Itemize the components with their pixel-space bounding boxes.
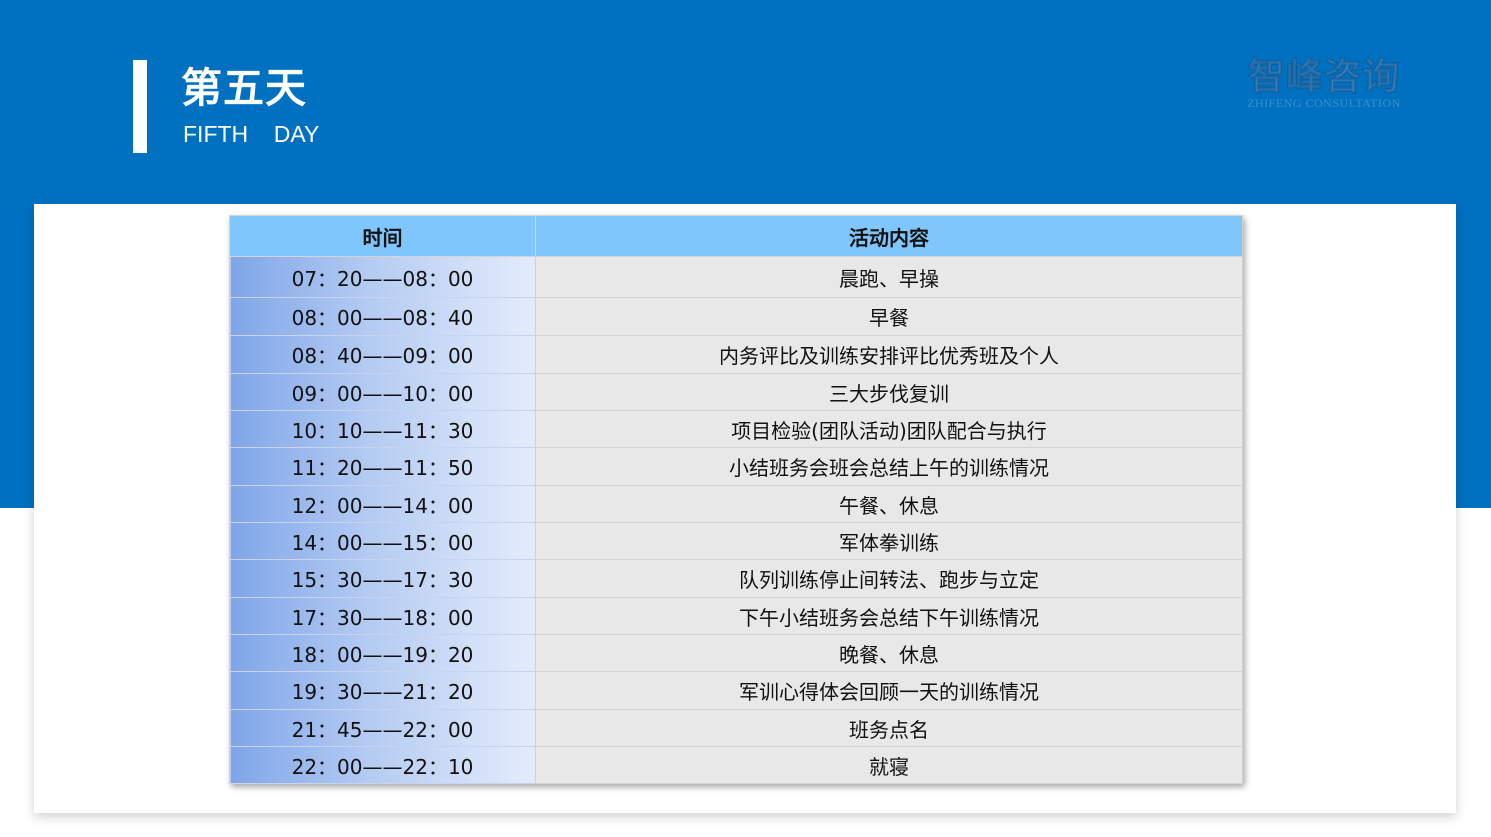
table-row: 09：00——10：00 三大步伐复训 — [229, 373, 1243, 411]
time-cell: 10：10——11：30 — [229, 410, 536, 448]
page-title: 第五天 — [181, 64, 307, 112]
schedule-table: 时间 活动内容 07：20——08：00 晨跑、早操 08：00——08：40 早餐 0… — [229, 215, 1243, 784]
table-header-row: 时间 活动内容 — [229, 215, 1243, 257]
table-row: 17：30——18：00 下午小结班务会总结下午训练情况 — [229, 597, 1243, 635]
time-cell: 07：20——08：00 — [229, 256, 536, 298]
time-cell: 12：00——14：00 — [229, 485, 536, 523]
brand-logo-subtext: ZHIFENG CONSULTATION — [1247, 95, 1401, 110]
activity-cell: 午餐、休息 — [535, 485, 1243, 523]
time-cell: 17：30——18：00 — [229, 597, 536, 635]
time-cell: 08：40——09：00 — [229, 335, 536, 374]
time-cell: 22：00——22：10 — [229, 746, 536, 784]
time-cell: 08：00——08：40 — [229, 297, 536, 336]
page-subtitle: FIFTH DAY — [183, 121, 320, 147]
table-row: 11：20——11：50 小结班务会班会总结上午的训练情况 — [229, 447, 1243, 486]
brand-logo-text: 智峰咨询 — [1248, 55, 1400, 98]
time-cell: 11：20——11：50 — [229, 447, 536, 486]
table-row: 15：30——17：30 队列训练停止间转法、跑步与立定 — [229, 559, 1243, 598]
time-cell: 14：00——15：00 — [229, 522, 536, 560]
time-cell: 18：00——19：20 — [229, 634, 536, 672]
activity-cell: 小结班务会班会总结上午的训练情况 — [535, 447, 1243, 486]
table-row: 18：00——19：20 晚餐、休息 — [229, 634, 1243, 672]
activity-cell: 军体拳训练 — [535, 522, 1243, 560]
time-cell: 09：00——10：00 — [229, 373, 536, 411]
schedule-body: 07：20——08：00 晨跑、早操 08：00——08：40 早餐 08：40——09… — [229, 256, 1243, 784]
table-row: 08：40——09：00 内务评比及训练安排评比优秀班及个人 — [229, 335, 1243, 374]
time-cell: 15：30——17：30 — [229, 559, 536, 598]
brand-logo: 智峰咨询 ZHIFENG CONSULTATION — [1244, 55, 1404, 110]
table-row: 08：00——08：40 早餐 — [229, 297, 1243, 336]
activity-cell: 下午小结班务会总结下午训练情况 — [535, 597, 1243, 635]
activity-cell: 队列训练停止间转法、跑步与立定 — [535, 559, 1243, 598]
column-header-activity: 活动内容 — [535, 215, 1243, 257]
activity-cell: 内务评比及训练安排评比优秀班及个人 — [535, 335, 1243, 374]
table-row: 07：20——08：00 晨跑、早操 — [229, 256, 1243, 298]
column-header-time: 时间 — [229, 215, 536, 257]
table-row: 19：30——21：20 军训心得体会回顾一天的训练情况 — [229, 671, 1243, 710]
activity-cell: 早餐 — [535, 297, 1243, 336]
activity-cell: 就寝 — [535, 746, 1243, 784]
table-row: 21：45——22：00 班务点名 — [229, 709, 1243, 747]
time-cell: 21：45——22：00 — [229, 709, 536, 747]
title-accent-bar — [133, 60, 147, 153]
activity-cell: 晚餐、休息 — [535, 634, 1243, 672]
table-row: 12：00——14：00 午餐、休息 — [229, 485, 1243, 523]
table-row: 22：00——22：10 就寝 — [229, 746, 1243, 784]
table-row: 10：10——11：30 项目检验(团队活动)团队配合与执行 — [229, 410, 1243, 448]
activity-cell: 晨跑、早操 — [535, 256, 1243, 298]
activity-cell: 班务点名 — [535, 709, 1243, 747]
activity-cell: 三大步伐复训 — [535, 373, 1243, 411]
table-row: 14：00——15：00 军体拳训练 — [229, 522, 1243, 560]
activity-cell: 军训心得体会回顾一天的训练情况 — [535, 671, 1243, 710]
activity-cell: 项目检验(团队活动)团队配合与执行 — [535, 410, 1243, 448]
time-cell: 19：30——21：20 — [229, 671, 536, 710]
